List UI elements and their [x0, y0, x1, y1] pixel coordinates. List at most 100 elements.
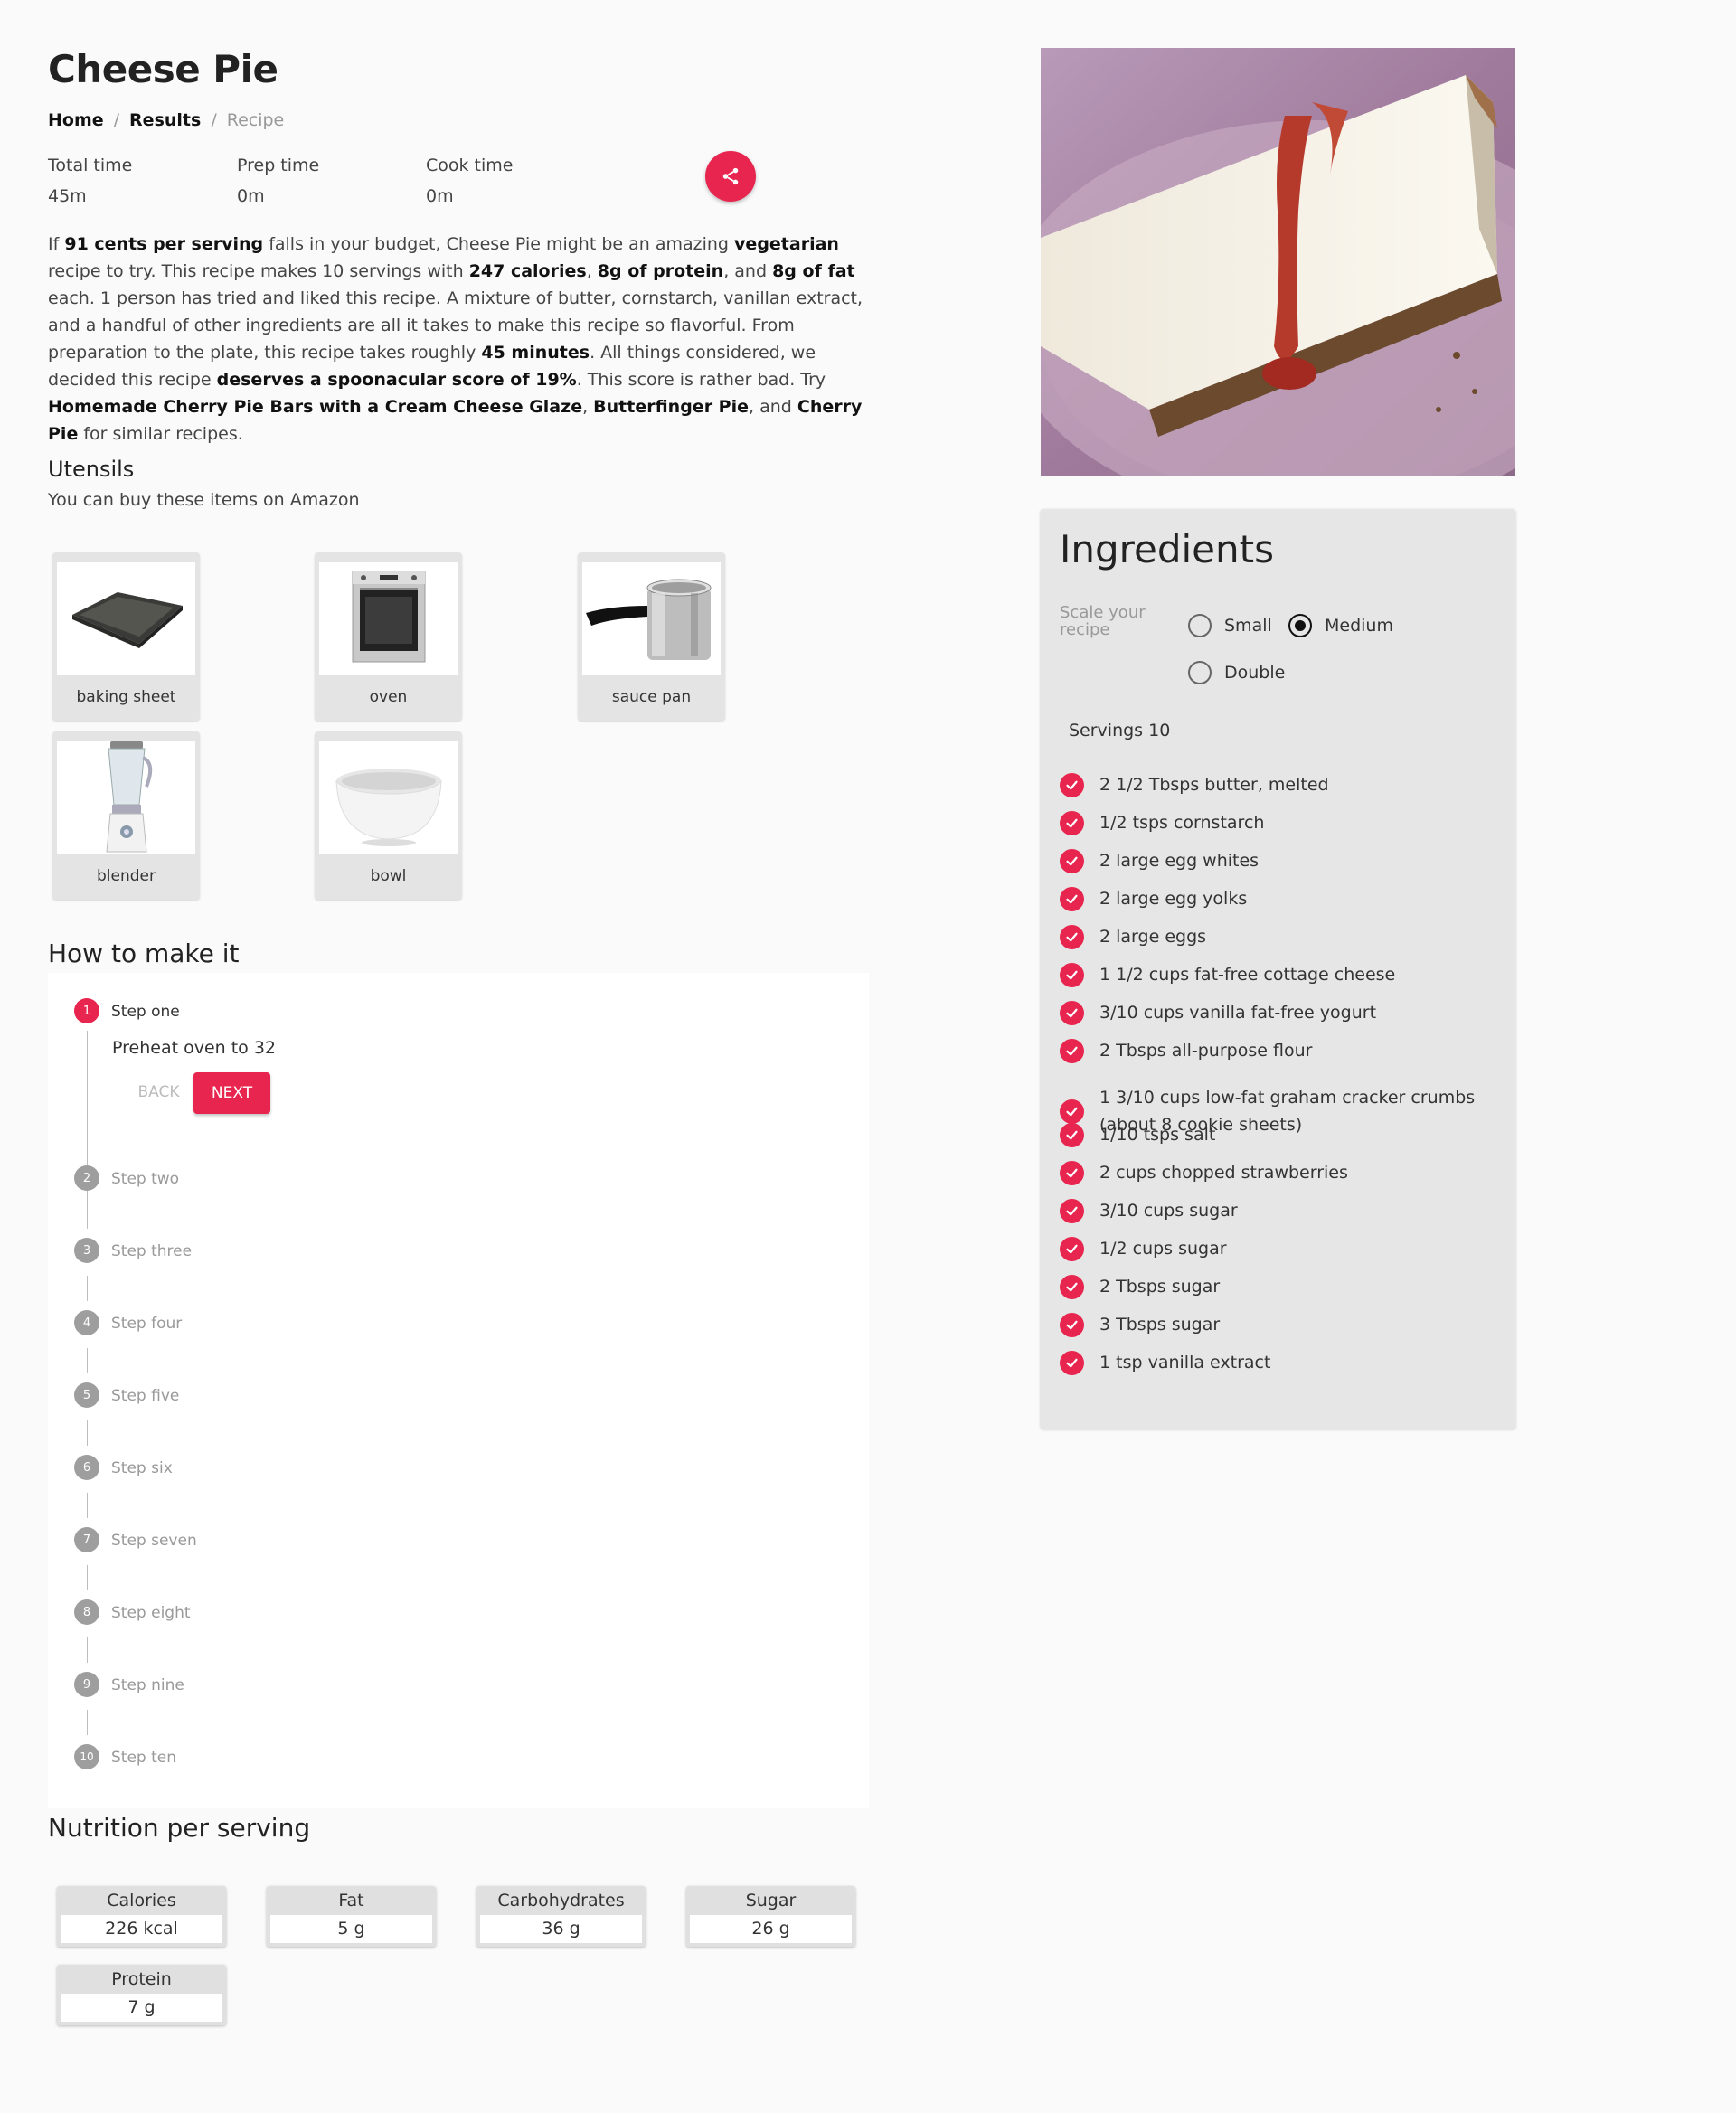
breadcrumb-separator: /: [113, 110, 120, 130]
step-number[interactable]: 2: [74, 1165, 99, 1191]
check-icon: [1060, 886, 1084, 911]
step-label[interactable]: Step nine: [111, 1676, 184, 1694]
scale-option-medium[interactable]: Medium: [1288, 614, 1393, 637]
next-button[interactable]: NEXT: [193, 1072, 270, 1114]
step-number[interactable]: 6: [74, 1455, 99, 1480]
nutrient-label: Protein: [111, 1969, 172, 1989]
step-label[interactable]: Step one: [111, 1003, 180, 1021]
scale-option-small[interactable]: Small: [1188, 614, 1272, 637]
radio-label: Medium: [1325, 616, 1393, 636]
radio-button[interactable]: [1188, 661, 1212, 684]
ingredient-text: 2 Tbsps sugar: [1099, 1277, 1221, 1297]
recipe-summary: If 91 cents per serving falls in your bu…: [48, 234, 863, 444]
check-icon: [1060, 810, 1084, 835]
ingredient-text: 3 Tbsps sugar: [1099, 1315, 1221, 1335]
similar-recipe-link[interactable]: Homemade Cherry Pie Bars with a Cream Ch…: [48, 397, 582, 417]
ingredient-text: 2 large egg whites: [1099, 851, 1260, 871]
check-icon: [1060, 1000, 1084, 1025]
ingredients-heading: Ingredients: [1060, 527, 1274, 571]
breadcrumb-home[interactable]: Home: [48, 110, 104, 130]
nutrient-value: 226 kcal: [61, 1915, 222, 1943]
ingredient-text: 1/2 tsps cornstarch: [1099, 813, 1265, 833]
scale-option-double[interactable]: Double: [1188, 661, 1285, 684]
total-time: Total time 45m: [48, 156, 237, 206]
step-label[interactable]: Step seven: [111, 1532, 197, 1550]
step-connector: [87, 1565, 88, 1590]
nutrient-label: Calories: [107, 1891, 176, 1910]
ingredient-item: 3/10 cups vanilla fat-free yogurt: [1060, 999, 1479, 1026]
utensil-card-sauce-pan[interactable]: sauce pan: [578, 552, 725, 721]
radio-button[interactable]: [1288, 614, 1312, 637]
step-connector: [87, 1493, 88, 1518]
step-label[interactable]: Step two: [111, 1170, 179, 1188]
utensil-name: oven: [369, 688, 408, 706]
utensil-card-bowl[interactable]: bowl: [315, 731, 462, 900]
breadcrumb-results[interactable]: Results: [129, 110, 201, 130]
ingredient-item: 2 Tbsps all-purpose flour: [1060, 1037, 1479, 1064]
oven-image: [319, 562, 458, 675]
prep-time: Prep time 0m: [237, 156, 426, 206]
ingredient-text: 2 large egg yolks: [1099, 889, 1248, 909]
radio-label: Small: [1224, 616, 1272, 636]
nutrition-heading: Nutrition per serving: [48, 1813, 311, 1843]
step-number[interactable]: 4: [74, 1310, 99, 1335]
step-number[interactable]: 9: [74, 1672, 99, 1697]
time-label: Total time: [48, 156, 133, 175]
step-number[interactable]: 1: [74, 998, 99, 1023]
radio-button[interactable]: [1188, 614, 1212, 637]
utensil-name: baking sheet: [76, 688, 176, 706]
step-label[interactable]: Step four: [111, 1315, 182, 1333]
step-number[interactable]: 7: [74, 1527, 99, 1552]
blender-image: [57, 741, 195, 854]
ingredient-item: 2 large egg yolks: [1060, 885, 1479, 912]
radio-label: Double: [1224, 663, 1286, 683]
time-label: Prep time: [237, 156, 320, 175]
back-button[interactable]: BACK: [125, 1074, 193, 1110]
check-icon: [1060, 1122, 1084, 1147]
cook-time: Cook time 0m: [426, 156, 615, 206]
ingredient-item: 2 1/2 Tbsps butter, melted: [1060, 771, 1479, 798]
ingredient-text: 1/2 cups sugar: [1099, 1239, 1227, 1259]
ingredient-text: 1 1/2 cups fat-free cottage cheese: [1099, 965, 1396, 985]
utensil-card-blender[interactable]: blender: [52, 731, 200, 900]
similar-recipe-link[interactable]: Butterfinger Pie: [593, 397, 749, 417]
utensil-card-oven[interactable]: oven: [315, 552, 462, 721]
recipe-times: Total time 45m Prep time 0m Cook time 0m: [48, 156, 615, 206]
step-number[interactable]: 3: [74, 1238, 99, 1263]
utensil-card-baking-sheet[interactable]: baking sheet: [52, 552, 200, 721]
step-connector: [87, 1420, 88, 1446]
utensils-heading: Utensils: [48, 457, 135, 482]
step-number[interactable]: 5: [74, 1382, 99, 1408]
step-label[interactable]: Step eight: [111, 1604, 191, 1622]
breadcrumb-separator: /: [211, 110, 217, 130]
nutrient-label: Sugar: [745, 1891, 797, 1910]
step-label[interactable]: Step three: [111, 1242, 192, 1260]
step-label[interactable]: Step six: [111, 1459, 173, 1477]
ingredient-item: 1/2 tsps cornstarch: [1060, 809, 1479, 836]
ingredient-item: 1 tsp vanilla extract: [1060, 1349, 1479, 1376]
breadcrumb-current: Recipe: [226, 110, 285, 130]
step-connector: [87, 1203, 88, 1229]
check-icon: [1060, 1236, 1084, 1261]
nutrition-calories: Calories 226 kcal: [57, 1886, 226, 1947]
ingredient-item: 3 Tbsps sugar: [1060, 1311, 1479, 1338]
step-content: Preheat oven to 32: [112, 1038, 277, 1058]
ingredient-item: 2 large eggs: [1060, 923, 1479, 950]
time-value: 45m: [48, 186, 87, 206]
step-number[interactable]: 10: [74, 1744, 99, 1769]
ingredient-text: 3/10 cups vanilla fat-free yogurt: [1099, 1003, 1377, 1023]
step-label[interactable]: Step five: [111, 1387, 179, 1405]
recipe-photo: [1041, 48, 1515, 476]
ingredient-text: 2 1/2 Tbsps butter, melted: [1099, 775, 1329, 795]
step-number[interactable]: 8: [74, 1599, 99, 1625]
share-icon: [722, 167, 739, 185]
step-label[interactable]: Step ten: [111, 1749, 176, 1767]
ingredient-text: 2 large eggs: [1099, 927, 1207, 947]
utensil-name: blender: [97, 867, 156, 885]
ingredient-item: 2 large egg whites: [1060, 847, 1479, 874]
nutrition-sugar: Sugar 26 g: [686, 1886, 855, 1947]
servings-count: Servings 10: [1069, 721, 1171, 740]
nutrition-carbohydrates: Carbohydrates 36 g: [476, 1886, 646, 1947]
share-button[interactable]: [705, 151, 756, 202]
page-title: Cheese Pie: [48, 47, 278, 91]
